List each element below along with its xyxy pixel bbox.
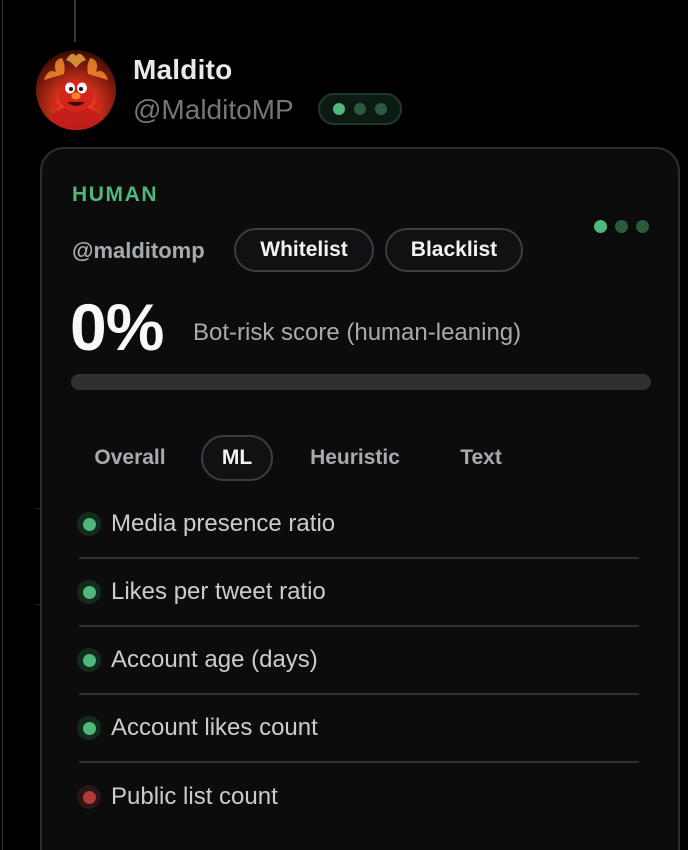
- bot-risk-score: 0%: [70, 290, 164, 364]
- feature-label: Account likes count: [111, 714, 318, 741]
- feature-label: Likes per tweet ratio: [111, 578, 326, 605]
- list-item: Account age (days): [77, 627, 639, 695]
- status-indicator-icon: [77, 648, 101, 672]
- status-dot-icon: [354, 103, 366, 115]
- tab-text[interactable]: Text: [442, 435, 520, 481]
- status-indicator-icon: [77, 580, 101, 604]
- status-dot-icon: [615, 220, 628, 233]
- thread-connector-line: [74, 0, 76, 42]
- classification-label: HUMAN: [72, 183, 159, 206]
- status-dot-icon: [333, 103, 345, 115]
- feature-label: Media presence ratio: [111, 510, 336, 537]
- tab-ml[interactable]: ML: [201, 435, 273, 481]
- status-indicator-icon: [77, 785, 101, 809]
- card-handle: @malditomp: [72, 238, 205, 263]
- feature-label: Public list count: [111, 783, 278, 810]
- avatar-image: [44, 53, 108, 130]
- page: Maldito @MalditoMP HUMAN @malditomp Whit…: [0, 0, 688, 850]
- bot-analysis-card: HUMAN @malditomp Whitelist Blacklist 0% …: [40, 147, 680, 850]
- feature-label: Account age (days): [111, 646, 318, 673]
- status-indicator-icon: [77, 512, 101, 536]
- status-dot-icon: [594, 220, 607, 233]
- bot-status-pill[interactable]: [318, 93, 402, 125]
- status-dot-icon: [375, 103, 387, 115]
- card-status-dots: [594, 220, 649, 233]
- blacklist-button[interactable]: Blacklist: [385, 228, 523, 272]
- status-indicator-icon: [77, 716, 101, 740]
- score-description: Bot-risk score (human-leaning): [193, 319, 522, 346]
- tab-heuristic[interactable]: Heuristic: [295, 435, 415, 481]
- author-handle[interactable]: @MalditoMP: [133, 94, 294, 126]
- status-dot-icon: [636, 220, 649, 233]
- list-item: Account likes count: [77, 695, 639, 763]
- list-item: Media presence ratio: [77, 491, 639, 559]
- whitelist-button[interactable]: Whitelist: [234, 228, 374, 272]
- score-progress-bar: [71, 374, 651, 390]
- author-display-name[interactable]: Maldito: [133, 54, 232, 86]
- list-item: Likes per tweet ratio: [77, 559, 639, 627]
- feature-list: Media presence ratio Likes per tweet rat…: [77, 491, 639, 831]
- avatar[interactable]: [36, 50, 116, 130]
- list-item: Public list count: [77, 763, 639, 831]
- feed-column-border: [2, 0, 3, 850]
- tab-overall[interactable]: Overall: [80, 435, 180, 481]
